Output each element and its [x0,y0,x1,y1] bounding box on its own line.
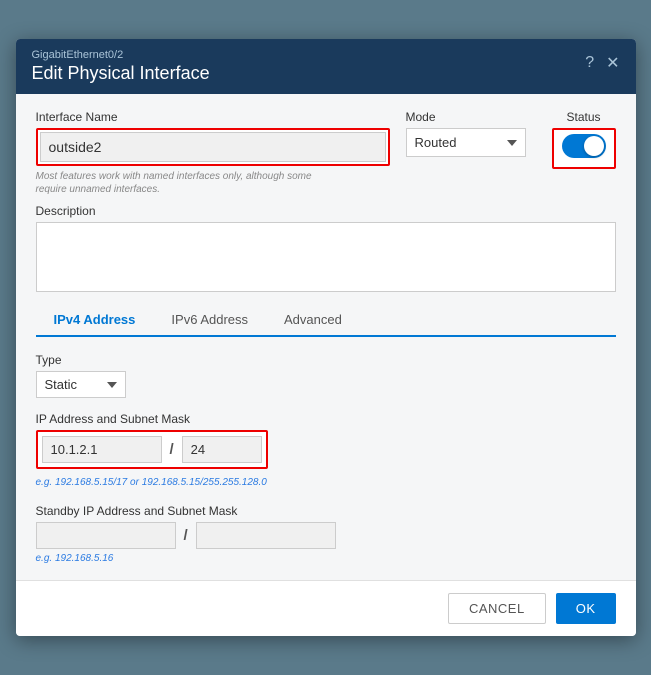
dialog-header-left: GigabitEthernet0/2 Edit Physical Interfa… [32,49,210,84]
ip-subnet-box: / [36,430,268,469]
subnet-mask-input[interactable] [182,436,262,463]
ok-button[interactable]: OK [556,593,616,624]
mode-group: Mode Routed [406,110,536,157]
toggle-thumb [584,136,604,156]
ip-address-input[interactable] [42,436,162,463]
tab-ipv6[interactable]: IPv6 Address [153,304,266,337]
interface-name-input[interactable] [40,132,386,162]
close-icon[interactable]: ✕ [606,53,619,73]
dialog-body: Interface Name Most features work with n… [16,94,636,580]
description-label: Description [36,204,616,218]
tab-ipv4[interactable]: IPv4 Address [36,304,154,337]
type-select[interactable]: Static [36,371,126,398]
ip-subnet-label: IP Address and Subnet Mask [36,412,616,426]
mode-select[interactable]: Routed [406,128,526,157]
description-textarea[interactable] [36,222,616,292]
interface-name-group: Interface Name Most features work with n… [36,110,390,196]
dialog-title: Edit Physical Interface [32,63,210,84]
description-group: Description [36,204,616,292]
slash-divider: / [170,441,174,458]
interface-name-label: Interface Name [36,110,390,124]
interface-name-hint: Most features work with named interfaces… [36,170,316,196]
standby-slash-divider: / [184,527,188,544]
ip-example-text: e.g. 192.168.5.15/17 or 192.168.5.15/255… [36,477,616,488]
standby-subnet-input[interactable] [196,522,336,549]
cancel-button[interactable]: CANCEL [448,593,546,624]
status-group: Status [552,110,616,169]
dialog-header-icons: ? ✕ [585,53,619,73]
mode-label: Mode [406,110,536,124]
edit-physical-interface-dialog: GigabitEthernet0/2 Edit Physical Interfa… [16,39,636,636]
type-label: Type [36,353,616,367]
status-box [552,128,616,169]
standby-label: Standby IP Address and Subnet Mask [36,504,616,518]
dialog-subtitle: GigabitEthernet0/2 [32,49,210,61]
dialog-header: GigabitEthernet0/2 Edit Physical Interfa… [16,39,636,94]
help-icon[interactable]: ? [585,54,594,72]
interface-name-box [36,128,390,166]
toggle-track [562,134,606,158]
status-toggle[interactable] [562,134,606,158]
tab-advanced[interactable]: Advanced [266,304,360,337]
standby-example-text: e.g. 192.168.5.16 [36,553,616,564]
ipv4-content: Type Static IP Address and Subnet Mask /… [36,353,616,564]
status-label: Status [566,110,600,124]
standby-row: / [36,522,616,549]
standby-ip-input[interactable] [36,522,176,549]
interface-mode-status-row: Interface Name Most features work with n… [36,110,616,196]
dialog-footer: CANCEL OK [16,580,636,636]
tabs-bar: IPv4 Address IPv6 Address Advanced [36,304,616,337]
